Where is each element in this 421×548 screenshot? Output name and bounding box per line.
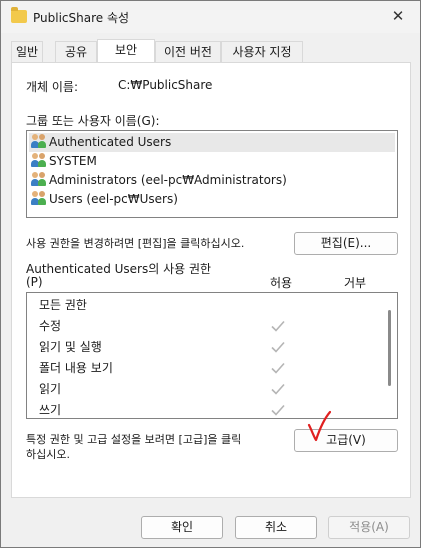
tab-strip: 일반 공유 보안 이전 버전 사용자 지정 [11, 39, 411, 63]
cancel-button[interactable]: 취소 [235, 516, 317, 539]
users-icon [31, 153, 47, 167]
users-icon [31, 134, 47, 148]
security-panel: 개체 이름: C:₩PublicShare 그룹 또는 사용자 이름(G): A… [11, 62, 411, 498]
check-icon [271, 341, 285, 353]
list-item[interactable]: Users (eel-pc₩Users) [29, 190, 178, 209]
deny-header: 거부 [344, 276, 367, 290]
check-icon [271, 320, 285, 332]
user-name: SYSTEM [49, 154, 97, 168]
permission-name: 읽기 및 실행 [39, 340, 102, 354]
users-icon [31, 191, 47, 205]
tab-general[interactable]: 일반 [11, 41, 43, 62]
object-name-label: 개체 이름: [26, 80, 79, 94]
list-item[interactable]: Administrators (eel-pc₩Administrators) [29, 171, 287, 190]
tab-customize[interactable]: 사용자 지정 [221, 41, 303, 62]
permissions-label-shortcut: (P) [26, 275, 43, 289]
permission-row: 읽기 [27, 379, 381, 400]
list-item[interactable]: Authenticated Users [29, 133, 395, 152]
scrollbar-thumb[interactable] [388, 310, 391, 386]
permission-name: 모든 권한 [39, 298, 87, 312]
permission-name: 읽기 [39, 382, 62, 396]
user-list[interactable]: Authenticated Users SYSTEM Administrator… [26, 130, 398, 218]
check-icon [271, 383, 285, 395]
permission-name: 쓰기 [39, 403, 62, 417]
edit-button[interactable]: 편집(E)... [294, 232, 398, 255]
user-name: Administrators (eel-pc₩Administrators) [49, 173, 287, 187]
list-item[interactable]: SYSTEM [29, 152, 97, 171]
permissions-label: Authenticated Users의 사용 권한 [26, 262, 212, 276]
groups-label: 그룹 또는 사용자 이름(G): [26, 114, 160, 128]
user-name: Authenticated Users [49, 135, 172, 149]
edit-hint: 사용 권한을 변경하려면 [편집]을 클릭하십시오. [26, 237, 245, 250]
permission-row: 수정 [27, 316, 381, 337]
permission-name: 수정 [39, 319, 62, 333]
tab-sharing[interactable]: 공유 [55, 41, 97, 62]
check-icon [271, 404, 285, 416]
tab-security[interactable]: 보안 [97, 39, 155, 63]
permission-name: 폴더 내용 보기 [39, 361, 113, 375]
tab-previous-versions[interactable]: 이전 버전 [155, 41, 221, 62]
object-name-value: C:₩PublicShare [118, 78, 213, 92]
title-bar: PublicShare 속성 ✕ [1, 1, 420, 33]
close-button[interactable]: ✕ [384, 5, 412, 27]
users-icon [31, 172, 47, 186]
properties-window: PublicShare 속성 ✕ 일반 공유 보안 이전 버전 사용자 지정 개… [0, 0, 421, 548]
allow-header: 허용 [270, 276, 293, 290]
apply-button[interactable]: 적용(A) [328, 516, 410, 539]
permission-list[interactable]: 모든 권한 수정 읽기 및 실행 폴더 내용 보기 읽기 쓰기 [26, 292, 398, 419]
user-name: Users (eel-pc₩Users) [49, 192, 178, 206]
ok-button[interactable]: 확인 [141, 516, 223, 539]
red-checkmark-annotation-icon [307, 410, 331, 442]
check-icon [271, 362, 285, 374]
folder-icon [11, 7, 27, 23]
permission-row: 폴더 내용 보기 [27, 358, 381, 379]
permission-row: 모든 권한 [27, 295, 381, 316]
window-title: PublicShare 속성 [33, 11, 130, 25]
advanced-hint-line1: 특정 권한 및 고급 설정을 보려면 [고급]을 클릭 [26, 433, 242, 446]
permission-row: 읽기 및 실행 [27, 337, 381, 358]
advanced-hint-line2: 하십시오. [26, 448, 70, 461]
